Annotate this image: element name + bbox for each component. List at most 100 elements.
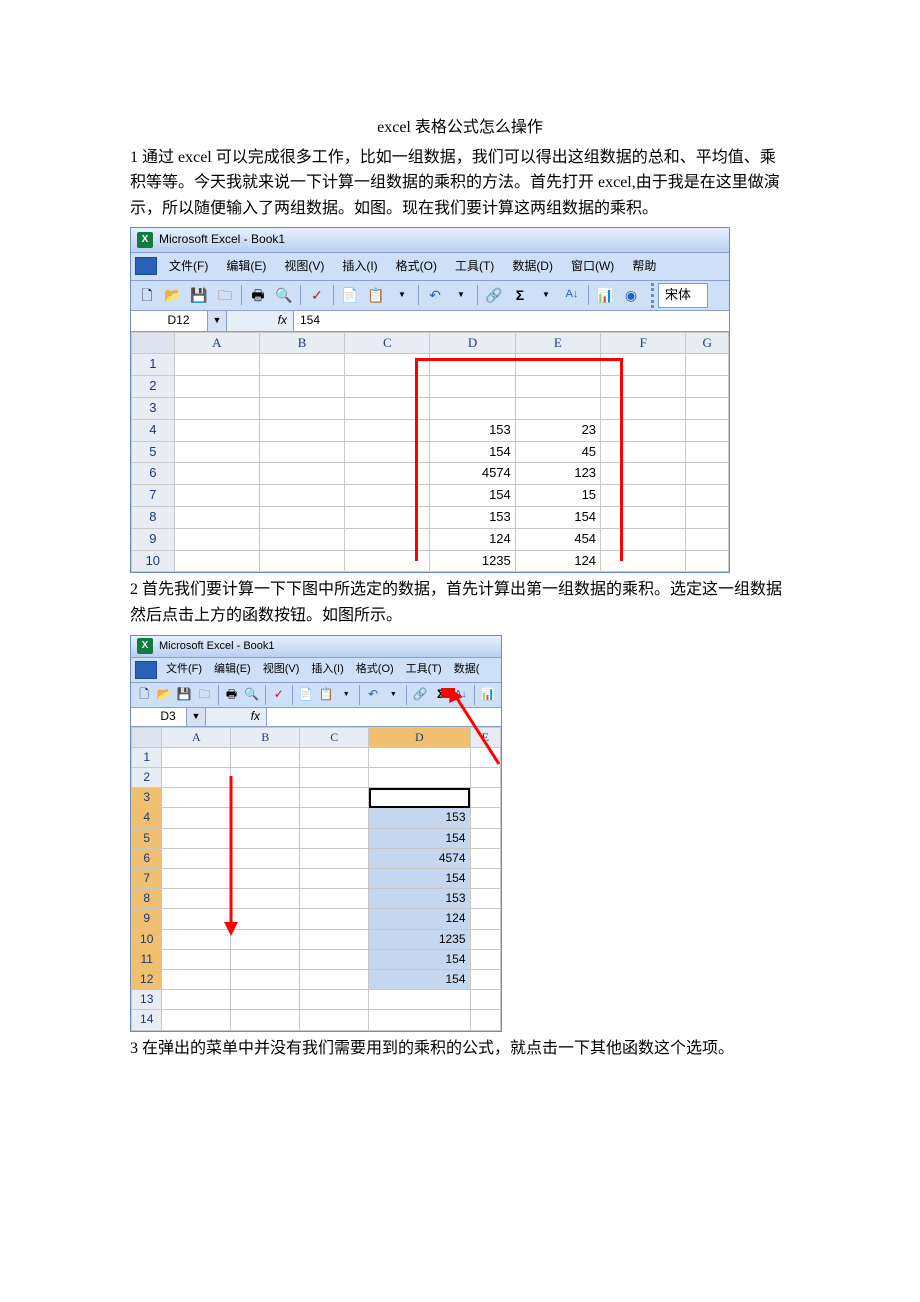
paste-icon[interactable]: 📋 bbox=[364, 283, 388, 307]
cell[interactable] bbox=[369, 768, 470, 788]
row-header[interactable]: 1 bbox=[132, 747, 162, 767]
cell[interactable]: 124 bbox=[430, 528, 515, 550]
cell[interactable] bbox=[162, 1010, 231, 1030]
open-icon[interactable]: 📂 bbox=[161, 283, 185, 307]
col-header-b[interactable]: B bbox=[259, 332, 344, 354]
cell-selected[interactable]: 154 bbox=[369, 869, 470, 889]
undo-icon[interactable]: ↶ bbox=[423, 283, 447, 307]
cell[interactable] bbox=[174, 441, 259, 463]
cell[interactable] bbox=[300, 990, 369, 1010]
cell[interactable] bbox=[300, 969, 369, 989]
menu-file[interactable]: 文件(F) bbox=[161, 255, 216, 278]
spell-icon[interactable]: ✓ bbox=[270, 685, 288, 705]
open-icon[interactable]: 📂 bbox=[155, 685, 173, 705]
cell[interactable] bbox=[601, 376, 686, 398]
row-header[interactable]: 3 bbox=[132, 397, 175, 419]
menu-window[interactable]: 窗口(W) bbox=[563, 255, 622, 278]
cell[interactable] bbox=[470, 808, 500, 828]
row-header[interactable]: 4 bbox=[132, 808, 162, 828]
paste-icon[interactable]: 📋 bbox=[317, 685, 335, 705]
new-icon[interactable]: 🗋 bbox=[135, 685, 153, 705]
cell[interactable] bbox=[515, 376, 600, 398]
cell[interactable] bbox=[601, 485, 686, 507]
copy-icon[interactable]: 📄 bbox=[338, 283, 362, 307]
cell[interactable] bbox=[162, 869, 231, 889]
menu-view[interactable]: 视图(V) bbox=[258, 660, 305, 680]
col-header-d[interactable]: D bbox=[369, 727, 470, 747]
cell[interactable] bbox=[470, 869, 500, 889]
help-icon[interactable]: ◉ bbox=[619, 283, 643, 307]
row-header[interactable]: 6 bbox=[132, 848, 162, 868]
cell[interactable] bbox=[470, 969, 500, 989]
cell[interactable] bbox=[162, 909, 231, 929]
cell[interactable] bbox=[259, 354, 344, 376]
cell[interactable] bbox=[470, 788, 500, 808]
cell[interactable] bbox=[231, 1010, 300, 1030]
cell[interactable] bbox=[231, 929, 300, 949]
col-header-b[interactable]: B bbox=[231, 727, 300, 747]
col-header-e[interactable]: E bbox=[470, 727, 500, 747]
cell[interactable] bbox=[259, 419, 344, 441]
preview-icon[interactable]: 🔍 bbox=[243, 685, 261, 705]
dropdown-icon[interactable]: ▼ bbox=[337, 685, 355, 705]
formula-input[interactable] bbox=[267, 708, 501, 726]
hyperlink-icon[interactable]: 🔗 bbox=[482, 283, 506, 307]
cell[interactable] bbox=[300, 889, 369, 909]
cell[interactable] bbox=[300, 808, 369, 828]
cell[interactable] bbox=[345, 463, 430, 485]
row-header[interactable]: 1 bbox=[132, 354, 175, 376]
cell[interactable] bbox=[601, 354, 686, 376]
cell[interactable] bbox=[174, 463, 259, 485]
cell[interactable] bbox=[231, 808, 300, 828]
row-header[interactable]: 9 bbox=[132, 528, 175, 550]
new-icon[interactable]: 🗋 bbox=[135, 283, 159, 307]
select-all-corner[interactable] bbox=[132, 727, 162, 747]
cell[interactable] bbox=[162, 929, 231, 949]
name-box[interactable]: D3 ▼ bbox=[131, 708, 206, 726]
cell[interactable] bbox=[162, 990, 231, 1010]
cell[interactable] bbox=[345, 441, 430, 463]
cell-selected[interactable]: 154 bbox=[369, 828, 470, 848]
fx-label[interactable]: fx bbox=[227, 311, 294, 331]
chart-icon[interactable]: 📊 bbox=[479, 685, 497, 705]
cell[interactable] bbox=[174, 550, 259, 572]
menu-edit[interactable]: 编辑(E) bbox=[218, 255, 274, 278]
hyperlink-icon[interactable]: 🔗 bbox=[411, 685, 429, 705]
cell[interactable] bbox=[231, 788, 300, 808]
cell[interactable] bbox=[345, 397, 430, 419]
row-header[interactable]: 2 bbox=[132, 768, 162, 788]
cell[interactable] bbox=[174, 354, 259, 376]
sort-asc-icon[interactable]: A↓ bbox=[560, 283, 584, 307]
cell[interactable] bbox=[300, 909, 369, 929]
cell[interactable] bbox=[515, 397, 600, 419]
cell[interactable] bbox=[162, 969, 231, 989]
cell[interactable] bbox=[259, 485, 344, 507]
cell[interactable] bbox=[162, 768, 231, 788]
dropdown-icon[interactable]: ▼ bbox=[384, 685, 402, 705]
cell-selected[interactable]: 1235 bbox=[369, 929, 470, 949]
formula-input[interactable]: 154 bbox=[294, 311, 729, 331]
cell[interactable] bbox=[300, 1010, 369, 1030]
cell[interactable] bbox=[174, 397, 259, 419]
row-header[interactable]: 5 bbox=[132, 828, 162, 848]
cell[interactable] bbox=[259, 376, 344, 398]
cell[interactable] bbox=[686, 463, 729, 485]
cell[interactable] bbox=[231, 848, 300, 868]
cell[interactable] bbox=[470, 1010, 500, 1030]
cell[interactable] bbox=[300, 949, 369, 969]
col-header-d[interactable]: D bbox=[430, 332, 515, 354]
cell[interactable] bbox=[300, 788, 369, 808]
col-header-c[interactable]: C bbox=[300, 727, 369, 747]
cell-selected[interactable]: 154 bbox=[369, 969, 470, 989]
cell[interactable] bbox=[300, 828, 369, 848]
cell[interactable]: 45 bbox=[515, 441, 600, 463]
row-header[interactable]: 6 bbox=[132, 463, 175, 485]
cell[interactable] bbox=[174, 376, 259, 398]
cell[interactable] bbox=[430, 397, 515, 419]
cell[interactable] bbox=[601, 550, 686, 572]
row-header[interactable]: 10 bbox=[132, 929, 162, 949]
cell[interactable]: 4574 bbox=[430, 463, 515, 485]
menu-help[interactable]: 帮助 bbox=[624, 255, 664, 278]
cell[interactable] bbox=[369, 1010, 470, 1030]
cell[interactable]: 454 bbox=[515, 528, 600, 550]
